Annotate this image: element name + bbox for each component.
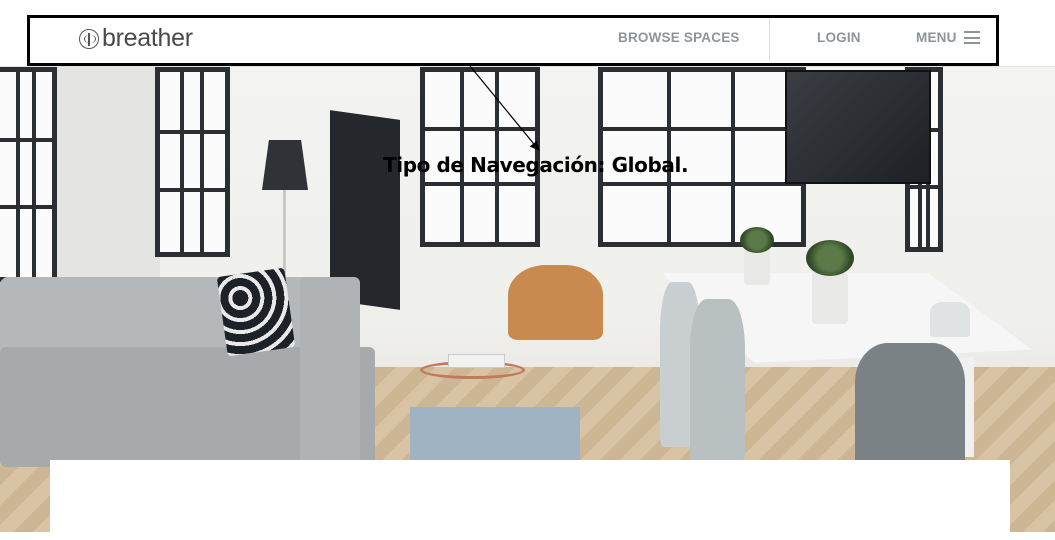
hero-plant <box>806 240 854 276</box>
hero-dining-chair <box>930 302 970 337</box>
content-card <box>50 460 1010 540</box>
hero-dining-chair <box>690 299 745 464</box>
hero-orange-chair <box>508 265 603 340</box>
hero-dining-chair <box>855 343 965 473</box>
hero-window-left <box>0 67 57 282</box>
hero-plant-pot <box>744 249 770 285</box>
hero-sofa-arm <box>300 277 360 467</box>
hero-books <box>448 354 505 368</box>
annotation-highlight-box <box>27 15 999 66</box>
hero-plant-pot <box>812 272 848 324</box>
hero-window-2 <box>155 67 230 257</box>
hero-plant <box>740 227 774 253</box>
hero-pillow <box>216 267 296 357</box>
annotation-label: Tipo de Navegación: Global. <box>383 153 689 177</box>
hero-lamp-shade <box>262 140 308 190</box>
hero-tv <box>785 70 931 184</box>
hero-rug <box>410 407 580 467</box>
